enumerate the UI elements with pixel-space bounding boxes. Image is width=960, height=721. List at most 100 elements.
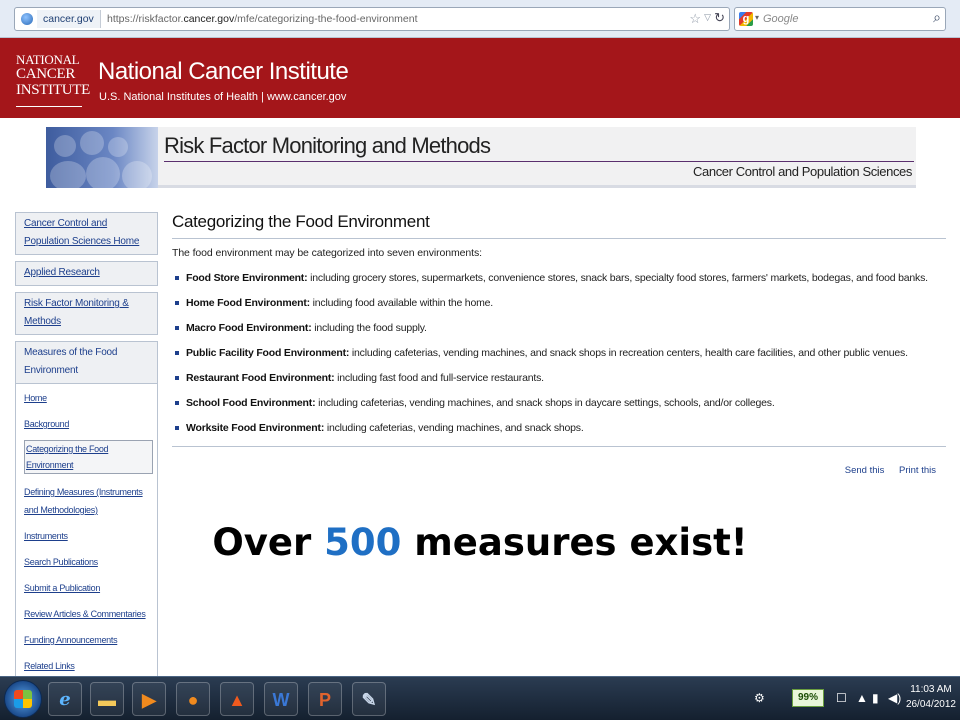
list-item: Restaurant Food Environment: including f…	[172, 371, 946, 385]
site-identity-button[interactable]: cancer.gov	[37, 10, 101, 28]
site-header: NATIONAL CANCER INSTITUTE National Cance…	[0, 38, 960, 118]
search-bar[interactable]: g ▾ Google ⌕	[734, 7, 946, 31]
page-title: Categorizing the Food Environment	[172, 212, 946, 239]
print-this-link[interactable]: Print this	[899, 465, 936, 476]
battery-indicator[interactable]: 99%	[792, 689, 825, 707]
environment-name: Home Food Environment:	[186, 297, 310, 309]
environment-desc: including cafeterias, vending machines, …	[349, 347, 908, 359]
network-status-icon[interactable]: ⚙	[754, 691, 765, 705]
sidebar-link-ccps-home[interactable]: Cancer Control and Population Sciences H…	[24, 215, 151, 251]
chevron-down-icon[interactable]: ▽	[704, 12, 711, 23]
sidebar-box: Applied Research	[15, 261, 158, 286]
sidebar-item-related-links[interactable]: Related Links	[24, 661, 75, 671]
url-domain: cancer.gov	[183, 13, 235, 25]
banner-title[interactable]: Risk Factor Monitoring and Methods	[164, 133, 491, 159]
address-bar[interactable]: cancer.gov https://riskfactor.cancer.gov…	[14, 7, 730, 31]
explorer-icon[interactable]: ▬	[90, 682, 124, 716]
globe-icon	[21, 13, 33, 25]
send-this-link[interactable]: Send this	[845, 465, 885, 476]
search-icon[interactable]: ⌕	[933, 9, 941, 26]
banner-subtitle[interactable]: Cancer Control and Population Sciences	[693, 164, 912, 179]
url-prefix: https://riskfactor.	[107, 13, 184, 25]
sidebar-group: Measures of the Food Environment Home Ba…	[15, 341, 158, 689]
show-hidden-icons[interactable]: ▲	[856, 691, 868, 705]
list-item: Worksite Food Environment: including caf…	[172, 421, 946, 435]
list-item: Home Food Environment: including food av…	[172, 296, 946, 310]
environment-desc: including cafeterias, vending machines, …	[315, 397, 775, 409]
sidebar-item-defining-measures[interactable]: Defining Measures (Instruments and Metho…	[24, 487, 143, 515]
sidebar-item-categorizing[interactable]: Categorizing the Food Environment	[24, 440, 153, 474]
main-content: Categorizing the Food Environment The fo…	[172, 212, 946, 476]
environment-desc: including grocery stores, supermarkets, …	[307, 272, 928, 284]
sidebar-group-header: Measures of the Food Environment	[16, 342, 157, 384]
page-actions: Send this Print this	[833, 465, 936, 476]
browser-toolbar: cancer.gov https://riskfactor.cancer.gov…	[0, 0, 960, 38]
signal-icon[interactable]: ▮	[872, 691, 879, 705]
callout-after: measures exist!	[401, 521, 748, 564]
sidebar-item: Funding Announcements	[24, 630, 153, 648]
callout-before: Over	[212, 521, 325, 564]
intro-text: The food environment may be categorized …	[172, 247, 482, 259]
nci-logo[interactable]: NATIONAL CANCER INSTITUTE	[16, 52, 90, 107]
site-subtitle: U.S. National Institutes of Health | www…	[99, 91, 347, 103]
list-item: School Food Environment: including cafet…	[172, 396, 946, 410]
banner-divider	[164, 161, 914, 162]
url-text[interactable]: https://riskfactor.cancer.gov/mfe/catego…	[107, 8, 418, 30]
sidebar-item-home[interactable]: Home	[24, 393, 47, 403]
bullet-icon	[175, 401, 179, 405]
system-tray: ⚙ 99% ☐ ▲ ▮ ◀) 11:03 AM 26/04/2012	[748, 677, 960, 721]
environment-name: Food Store Environment:	[186, 272, 308, 284]
google-icon[interactable]: g	[739, 12, 753, 26]
search-placeholder[interactable]: Google	[763, 8, 798, 30]
ie-icon[interactable]: e	[48, 682, 82, 716]
sidebar-item-funding[interactable]: Funding Announcements	[24, 635, 118, 645]
taskbar: e ▬ ▶ ● ▲ W P ✎ ⚙ 99% ☐ ▲ ▮ ◀) 11:03 AM …	[0, 676, 960, 720]
callout-highlight: 500	[324, 521, 402, 564]
section-banner: Risk Factor Monitoring and Methods Cance…	[46, 127, 916, 188]
sidebar-group-title[interactable]: Measures of the Food Environment	[24, 344, 151, 380]
list-item: Macro Food Environment: including the fo…	[172, 321, 946, 335]
sidebar-link-risk-factor[interactable]: Risk Factor Monitoring & Methods	[24, 295, 151, 331]
bookmark-star-icon[interactable]: ☆	[689, 11, 701, 27]
bullet-icon	[175, 351, 179, 355]
sidebar-item: Submit a Publication	[24, 578, 153, 596]
clock[interactable]: 11:03 AM 26/04/2012	[906, 682, 956, 712]
clock-date: 26/04/2012	[905, 699, 956, 710]
callout-text: Over 500 measures exist!	[0, 521, 960, 564]
sidebar-item: Related Links	[24, 656, 153, 674]
sidebar-item-submit-publication[interactable]: Submit a Publication	[24, 583, 100, 593]
volume-icon[interactable]: ◀)	[888, 691, 901, 705]
url-path: /mfe/categorizing-the-food-environment	[234, 13, 418, 25]
bullet-icon	[175, 376, 179, 380]
sidebar-item: Defining Measures (Instruments and Metho…	[24, 482, 153, 518]
sidebar-item-background[interactable]: Background	[24, 419, 69, 429]
site-title[interactable]: National Cancer Institute	[98, 58, 349, 86]
sidebar-link-applied-research[interactable]: Applied Research	[24, 264, 151, 282]
firefox-icon[interactable]: ●	[176, 682, 210, 716]
environment-name: Worksite Food Environment:	[186, 422, 325, 434]
word-icon[interactable]: W	[264, 682, 298, 716]
sidebar-box: Risk Factor Monitoring & Methods	[15, 292, 158, 335]
tools-icon[interactable]: ✎	[352, 682, 386, 716]
bullet-icon	[175, 301, 179, 305]
search-engine-dropdown-icon[interactable]: ▾	[755, 13, 759, 22]
start-button[interactable]	[4, 680, 42, 718]
environment-name: School Food Environment:	[186, 397, 316, 409]
notification-icon[interactable]: ☐	[836, 691, 847, 705]
environment-list: Food Store Environment: including grocer…	[172, 271, 946, 435]
sidebar-item: Home	[24, 388, 153, 406]
media-player-icon[interactable]: ▶	[132, 682, 166, 716]
logo-line: CANCER	[16, 66, 76, 82]
bullet-icon	[175, 276, 179, 280]
clock-time: 11:03 AM	[910, 684, 952, 695]
sidebar-item: Background	[24, 414, 153, 432]
list-item: Public Facility Food Environment: includ…	[172, 346, 946, 360]
logo-line: NATIONAL	[16, 52, 80, 67]
list-item: Food Store Environment: including grocer…	[172, 271, 946, 285]
sidebar-item-review-articles[interactable]: Review Articles & Commentaries	[24, 609, 146, 619]
reload-icon[interactable]: ↻	[714, 10, 725, 26]
app-icon[interactable]: ▲	[220, 682, 254, 716]
powerpoint-icon[interactable]: P	[308, 682, 342, 716]
environment-name: Public Facility Food Environment:	[186, 347, 350, 359]
sidebar-box: Cancer Control and Population Sciences H…	[15, 212, 158, 255]
